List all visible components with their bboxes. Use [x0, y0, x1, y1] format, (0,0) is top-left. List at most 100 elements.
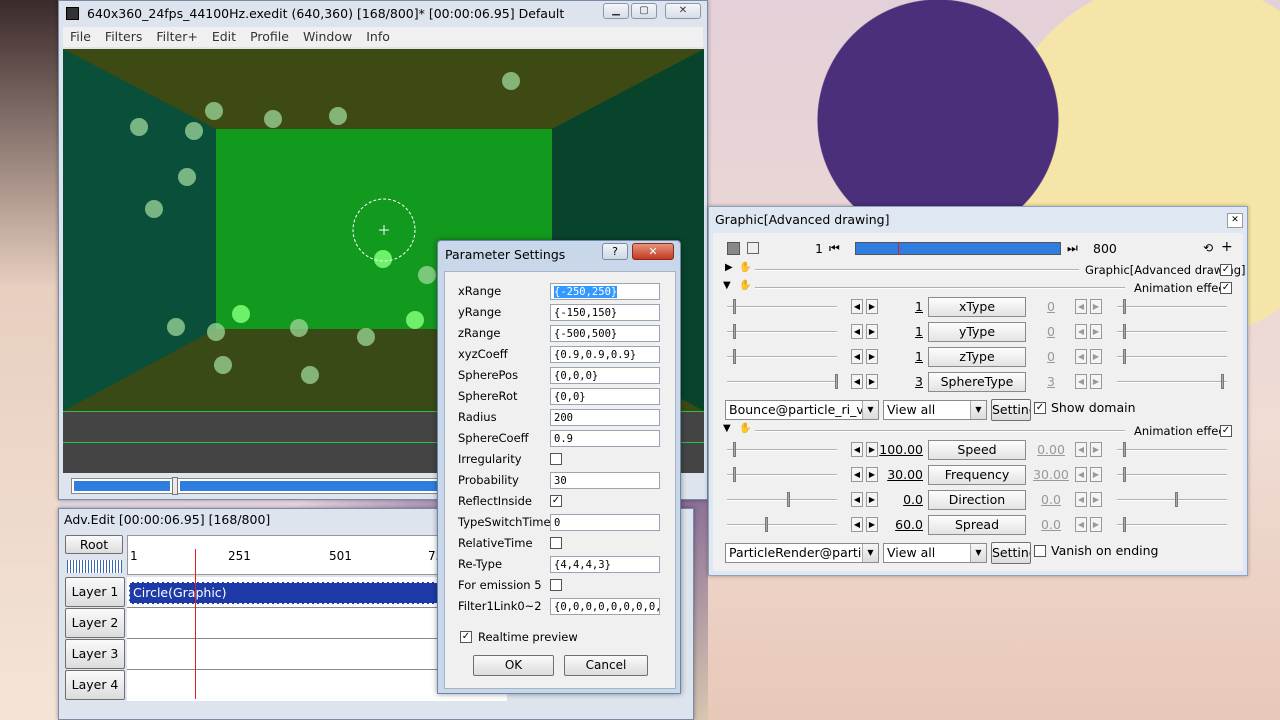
- right-track-slider[interactable]: [1117, 331, 1227, 333]
- param-input[interactable]: 0: [550, 514, 660, 531]
- param-input[interactable]: {-250,250}: [550, 283, 660, 300]
- right-track-slider[interactable]: [1117, 306, 1227, 308]
- menu-edit[interactable]: Edit: [205, 27, 243, 47]
- track-name-button[interactable]: yType: [928, 322, 1026, 342]
- minimize-button[interactable]: ▁: [603, 3, 629, 19]
- track-name-button[interactable]: zType: [928, 347, 1026, 367]
- left-value[interactable]: 1: [869, 299, 923, 314]
- left-track-slider[interactable]: [727, 449, 837, 451]
- param-input[interactable]: {0,0,0,0,0,0,0,0,0,0,0}: [550, 598, 660, 615]
- left-track-slider[interactable]: [727, 381, 837, 383]
- decrease-left-button[interactable]: ◀: [851, 299, 863, 314]
- right-value[interactable]: 0.0: [1031, 492, 1071, 507]
- decrease-left-button[interactable]: ◀: [851, 324, 863, 339]
- decrease-right-button[interactable]: ◀: [1075, 492, 1087, 507]
- menu-filters[interactable]: Filters: [98, 27, 149, 47]
- menu-info[interactable]: Info: [359, 27, 397, 47]
- right-track-slider[interactable]: [1117, 356, 1227, 358]
- increase-right-button[interactable]: ▶: [1090, 349, 1102, 364]
- menu-window[interactable]: Window: [296, 27, 359, 47]
- right-track-slider[interactable]: [1117, 474, 1227, 476]
- left-slider-thumb[interactable]: [733, 299, 736, 314]
- object-range-bar[interactable]: [855, 242, 1061, 255]
- right-value[interactable]: 0: [1031, 299, 1071, 314]
- right-value[interactable]: 0: [1031, 349, 1071, 364]
- param-checkbox[interactable]: [550, 453, 562, 465]
- right-slider-thumb[interactable]: [1221, 374, 1224, 389]
- param-input[interactable]: {-500,500}: [550, 325, 660, 342]
- menu-file[interactable]: File: [63, 27, 98, 47]
- layer-1-header[interactable]: Layer 1: [65, 577, 125, 607]
- right-slider-thumb[interactable]: [1123, 299, 1126, 314]
- realtime-preview-checkbox[interactable]: ✓ Realtime preview: [460, 630, 578, 644]
- track-name-button[interactable]: xType: [928, 297, 1026, 317]
- setting-button-a[interactable]: Setting: [991, 399, 1031, 421]
- decrease-right-button[interactable]: ◀: [1075, 349, 1087, 364]
- ok-button[interactable]: OK: [473, 655, 554, 676]
- decrease-left-button[interactable]: ◀: [851, 517, 863, 532]
- increase-right-button[interactable]: ▶: [1090, 442, 1102, 457]
- decrease-right-button[interactable]: ◀: [1075, 374, 1087, 389]
- left-slider-thumb[interactable]: [765, 517, 768, 532]
- left-track-slider[interactable]: [727, 356, 837, 358]
- param-checkbox[interactable]: [550, 537, 562, 549]
- playhead[interactable]: [195, 549, 196, 699]
- layer-4-header[interactable]: Layer 4: [65, 670, 125, 700]
- loop-icon[interactable]: ⟲: [1203, 241, 1213, 255]
- frame-icon[interactable]: [747, 242, 759, 254]
- layer-3-header[interactable]: Layer 3: [65, 639, 125, 669]
- decrease-right-button[interactable]: ◀: [1075, 517, 1087, 532]
- seek-thumb[interactable]: [172, 477, 178, 495]
- increase-right-button[interactable]: ▶: [1090, 517, 1102, 532]
- script-combo-a[interactable]: Bounce@particle_ri_ver3 ▼: [725, 400, 879, 420]
- param-input[interactable]: 30: [550, 472, 660, 489]
- right-value[interactable]: 30.00: [1031, 467, 1071, 482]
- view-combo-b[interactable]: View all ▼: [883, 543, 987, 563]
- right-track-slider[interactable]: [1117, 381, 1227, 383]
- track-name-button[interactable]: Speed: [928, 440, 1026, 460]
- left-value[interactable]: 30.00: [869, 467, 923, 482]
- decrease-left-button[interactable]: ◀: [851, 442, 863, 457]
- increase-right-button[interactable]: ▶: [1090, 299, 1102, 314]
- right-slider-thumb[interactable]: [1123, 517, 1126, 532]
- left-value[interactable]: 1: [869, 349, 923, 364]
- decrease-right-button[interactable]: ◀: [1075, 299, 1087, 314]
- setting-button-b[interactable]: Setting: [991, 542, 1031, 564]
- param-input[interactable]: {-150,150}: [550, 304, 660, 321]
- help-button[interactable]: ?: [602, 243, 628, 260]
- increase-right-button[interactable]: ▶: [1090, 492, 1102, 507]
- param-input[interactable]: {0.9,0.9,0.9}: [550, 346, 660, 363]
- add-filter-icon[interactable]: +: [1221, 239, 1233, 255]
- root-button[interactable]: Root: [65, 535, 123, 554]
- left-slider-thumb[interactable]: [733, 442, 736, 457]
- param-checkbox[interactable]: ✓: [550, 495, 562, 507]
- collapse-icon-3[interactable]: ▼: [723, 423, 731, 434]
- right-slider-thumb[interactable]: [1123, 442, 1126, 457]
- maximize-button[interactable]: ▢: [631, 3, 657, 19]
- right-slider-thumb[interactable]: [1123, 349, 1126, 364]
- menu-filter-plus[interactable]: Filter+: [149, 27, 204, 47]
- left-value[interactable]: 3: [869, 374, 923, 389]
- section-1-enable[interactable]: ✓: [1220, 264, 1232, 276]
- right-value[interactable]: 3: [1031, 374, 1071, 389]
- right-value[interactable]: 0.0: [1031, 517, 1071, 532]
- menu-profile[interactable]: Profile: [243, 27, 296, 47]
- right-slider-thumb[interactable]: [1175, 492, 1178, 507]
- param-input[interactable]: 200: [550, 409, 660, 426]
- vanish-check[interactable]: [1034, 545, 1046, 557]
- edit-window-titlebar[interactable]: 640x360_24fps_44100Hz.exedit (640,360) […: [59, 1, 707, 27]
- show-domain-check[interactable]: ✓: [1034, 402, 1046, 414]
- close-button[interactable]: ✕: [665, 3, 701, 19]
- right-track-slider[interactable]: [1117, 449, 1227, 451]
- seek-bar[interactable]: [71, 477, 447, 495]
- right-track-slider[interactable]: [1117, 499, 1227, 501]
- script-combo-b[interactable]: ParticleRender@particle ▼: [725, 543, 879, 563]
- decrease-left-button[interactable]: ◀: [851, 374, 863, 389]
- left-value[interactable]: 0.0: [869, 492, 923, 507]
- left-track-slider[interactable]: [727, 474, 837, 476]
- increase-right-button[interactable]: ▶: [1090, 324, 1102, 339]
- param-input[interactable]: {4,4,4,3}: [550, 556, 660, 573]
- dialog-close-button[interactable]: ✕: [632, 243, 674, 260]
- param-input[interactable]: {0,0}: [550, 388, 660, 405]
- left-slider-thumb[interactable]: [733, 349, 736, 364]
